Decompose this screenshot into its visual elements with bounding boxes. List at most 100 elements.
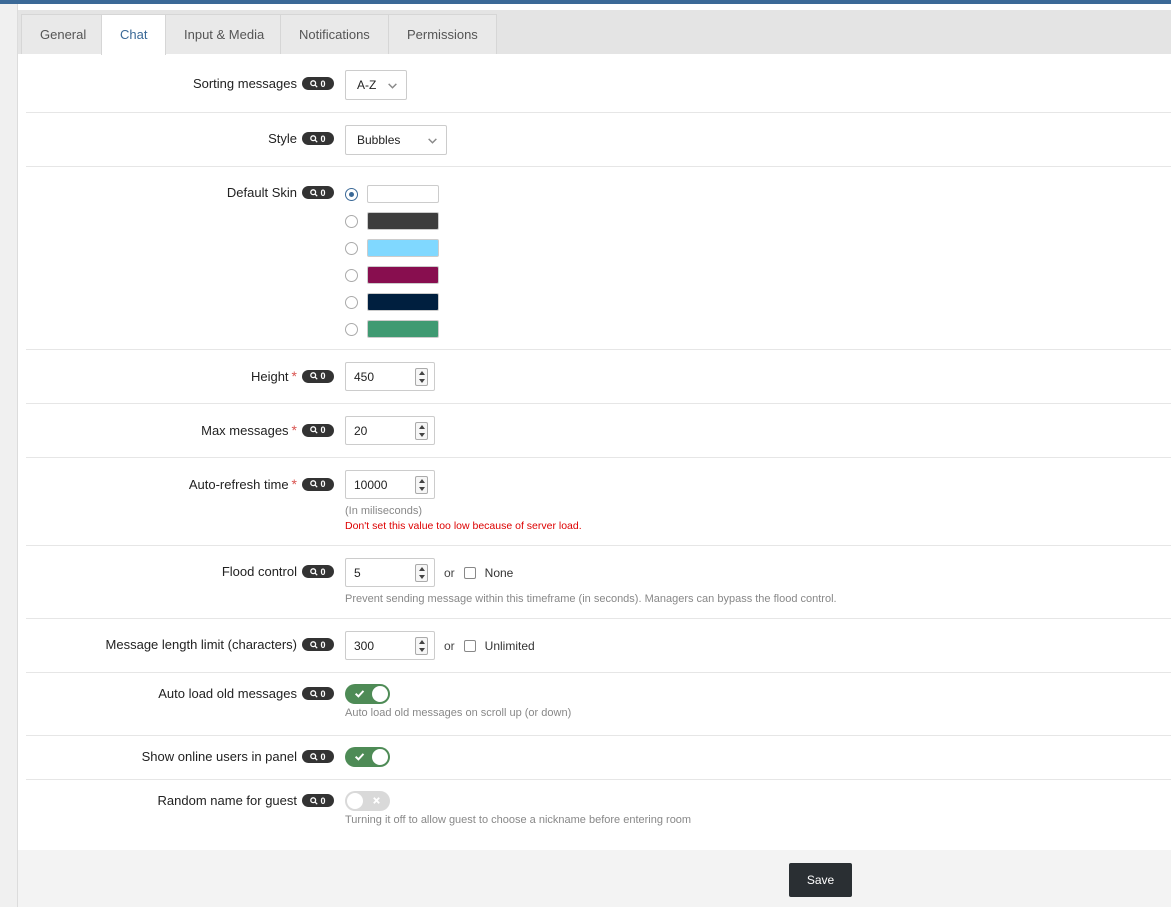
style-label: Style xyxy=(268,131,297,146)
skin-radio[interactable] xyxy=(345,214,358,228)
random-name-toggle[interactable] xyxy=(345,791,390,811)
search-icon xyxy=(310,134,319,143)
skin-swatch xyxy=(367,320,439,338)
spin-up-icon[interactable] xyxy=(418,370,425,375)
setting-label: Flood control 0 xyxy=(222,564,334,579)
search-count-badge: 0 xyxy=(302,369,334,383)
online-users-toggle[interactable] xyxy=(345,747,390,767)
badge-count: 0 xyxy=(320,751,326,762)
length-label: Message length limit (characters) xyxy=(105,637,297,652)
badge-count: 0 xyxy=(320,795,326,806)
auto-refresh-help: (In miliseconds) xyxy=(345,505,423,517)
tab-permissions[interactable]: Permissions xyxy=(388,14,497,54)
spin-up-icon[interactable] xyxy=(418,639,425,644)
skin-option-maroon[interactable] xyxy=(345,266,439,284)
setting-label: Max messages * 0 xyxy=(201,422,334,438)
number-spinner[interactable] xyxy=(415,475,428,494)
spin-up-icon[interactable] xyxy=(418,478,425,483)
flood-help: Prevent sending message within this time… xyxy=(345,593,837,605)
skin-radio[interactable] xyxy=(345,241,358,255)
flood-label: Flood control xyxy=(221,564,297,579)
skin-swatch xyxy=(367,266,439,284)
random-name-label: Random name for guest xyxy=(157,793,297,808)
online-users-label: Show online users in panel xyxy=(141,749,297,764)
required-marker: * xyxy=(291,422,297,438)
skin-option-navy[interactable] xyxy=(345,293,439,311)
skin-radio[interactable] xyxy=(345,187,358,201)
number-spinner[interactable] xyxy=(415,563,428,582)
skin-radio[interactable] xyxy=(345,295,358,309)
skin-option-light-blue[interactable] xyxy=(345,239,439,257)
skin-options xyxy=(345,185,439,338)
tab-notifications[interactable]: Notifications xyxy=(280,14,389,54)
spin-up-icon[interactable] xyxy=(418,566,425,571)
skin-option-green[interactable] xyxy=(345,320,439,338)
spin-down-icon[interactable] xyxy=(418,378,425,383)
length-input[interactable]: 300 xyxy=(345,631,435,660)
search-count-badge: 0 xyxy=(302,77,334,90)
skin-radio[interactable] xyxy=(345,322,358,336)
setting-label: Sorting messages 0 xyxy=(193,76,334,91)
badge-count: 0 xyxy=(320,639,326,650)
search-icon xyxy=(310,79,319,88)
tab-general[interactable]: General xyxy=(21,14,106,54)
spin-up-icon[interactable] xyxy=(418,424,425,429)
search-count-badge: 0 xyxy=(302,132,334,145)
search-icon xyxy=(310,689,319,698)
style-select[interactable]: Bubbles xyxy=(345,125,447,155)
sorting-label: Sorting messages xyxy=(192,76,297,91)
flood-input[interactable]: 5 xyxy=(345,558,435,587)
skin-radio[interactable] xyxy=(345,268,358,282)
spin-down-icon[interactable] xyxy=(418,432,425,437)
setting-row-skin: Default Skin 0 xyxy=(26,166,1171,349)
badge-count: 0 xyxy=(320,566,326,577)
sorting-select[interactable]: A-Z xyxy=(345,70,407,100)
flood-none-checkbox[interactable] xyxy=(463,566,476,579)
search-icon xyxy=(310,752,319,761)
or-text: or xyxy=(444,565,455,580)
search-count-badge: 0 xyxy=(302,750,334,763)
search-icon xyxy=(310,567,319,576)
auto-load-toggle[interactable] xyxy=(345,684,390,704)
flood-none-label[interactable]: None xyxy=(485,566,514,580)
skin-swatch xyxy=(367,239,439,257)
height-value: 450 xyxy=(354,369,375,384)
spin-down-icon[interactable] xyxy=(418,647,425,652)
number-spinner[interactable] xyxy=(415,421,428,440)
setting-row-online-users: Show online users in panel 0 xyxy=(26,735,1171,779)
setting-row-auto-refresh: Auto-refresh time * 0 10000 (In milisecon… xyxy=(26,457,1171,545)
badge-count: 0 xyxy=(320,688,326,699)
auto-refresh-warning: Don't set this value too low because of … xyxy=(345,520,582,532)
setting-row-flood-control: Flood control 0 5 or None Prevent sendin… xyxy=(26,545,1171,618)
length-unlimited-label[interactable]: Unlimited xyxy=(485,639,535,653)
length-unlimited-checkbox[interactable] xyxy=(463,639,476,652)
search-icon xyxy=(310,480,319,488)
skin-option-dark-gray[interactable] xyxy=(345,212,439,230)
toggle-knob xyxy=(347,793,363,809)
spin-down-icon[interactable] xyxy=(418,486,425,491)
settings-panel: General Chat Input & Media Notifications… xyxy=(17,4,1171,907)
save-button[interactable]: Save xyxy=(789,863,852,897)
sorting-value: A-Z xyxy=(357,78,377,92)
badge-count: 0 xyxy=(320,479,326,489)
auto-refresh-value: 10000 xyxy=(354,477,388,492)
setting-label: Random name for guest 0 xyxy=(158,793,334,808)
search-icon xyxy=(310,188,319,197)
tab-input-media[interactable]: Input & Media xyxy=(165,14,284,54)
badge-count: 0 xyxy=(320,133,326,144)
setting-label: Message length limit (characters) 0 xyxy=(106,637,334,652)
style-value: Bubbles xyxy=(357,133,401,147)
chevron-down-icon xyxy=(388,82,397,89)
setting-label: Auto load old messages 0 xyxy=(158,686,334,701)
skin-option-white[interactable] xyxy=(345,185,439,203)
number-spinner[interactable] xyxy=(415,636,428,655)
random-name-help: Turning it off to allow guest to choose … xyxy=(345,814,692,826)
auto-refresh-input[interactable]: 10000 xyxy=(345,470,435,499)
max-messages-input[interactable]: 20 xyxy=(345,416,435,445)
badge-count: 0 xyxy=(320,371,326,381)
tab-chat[interactable]: Chat xyxy=(101,14,167,55)
number-spinner[interactable] xyxy=(415,367,428,386)
setting-row-style: Style 0 Bubbles xyxy=(26,112,1171,166)
spin-down-icon[interactable] xyxy=(418,574,425,579)
height-input[interactable]: 450 xyxy=(345,362,435,391)
